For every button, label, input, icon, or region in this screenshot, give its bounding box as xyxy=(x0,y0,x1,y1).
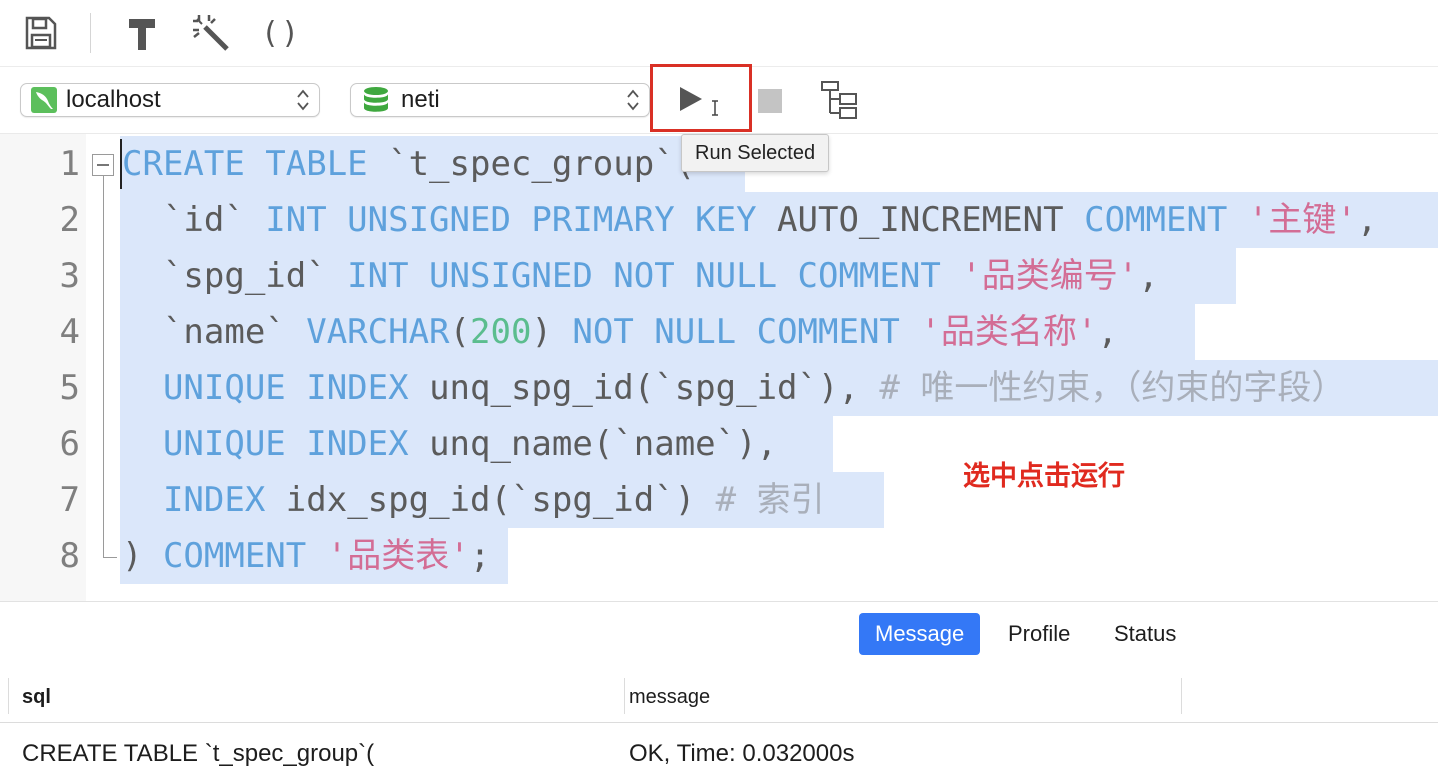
code-token: idx_spg_id(`spg_id`) xyxy=(265,480,716,520)
code-token: , xyxy=(1138,256,1159,296)
code-token: , xyxy=(1356,200,1378,240)
database-select[interactable]: neti xyxy=(350,83,650,117)
line-number: 7 xyxy=(59,480,80,520)
line-number: 8 xyxy=(59,536,80,576)
line-number-gutter: 1 2 3 4 5 6 7 8 xyxy=(0,134,86,602)
tab-profile[interactable]: Profile xyxy=(992,613,1086,655)
code-line: INDEX idx_spg_id(`spg_id`) # 索引 xyxy=(122,472,825,528)
code-token: unq_name(`name`), xyxy=(408,424,778,464)
code-token: , xyxy=(1097,312,1118,352)
code-line: UNIQUE INDEX unq_spg_id(`spg_id`), # 唯一性… xyxy=(122,360,1345,416)
code-token: ) xyxy=(531,312,573,352)
server-select[interactable]: localhost xyxy=(20,83,320,117)
line-number: 6 xyxy=(59,424,80,464)
sql-editor[interactable]: 1 2 3 4 5 6 7 8 CREATE TABLE `t_spec_group`( `i… xyxy=(0,133,1438,602)
code-token: COMMENT xyxy=(162,536,307,576)
line-number: 3 xyxy=(59,256,80,296)
save-icon[interactable] xyxy=(20,12,62,54)
tab-status[interactable]: Status xyxy=(1098,613,1192,655)
code-token: ) xyxy=(122,536,163,576)
result-tabs: Message Profile Status xyxy=(0,601,1438,671)
column-header-message[interactable]: message xyxy=(629,682,710,712)
code-token: '主键' xyxy=(1247,200,1357,240)
table-cell-message[interactable]: OK, Time: 0.032000s xyxy=(629,740,854,768)
parentheses-glyph: () xyxy=(260,15,302,51)
code-token: `t_spec_group`( xyxy=(367,144,696,184)
code-token: '品类名称' xyxy=(920,312,1098,352)
fold-guide xyxy=(103,176,104,558)
header-divider xyxy=(0,722,1438,723)
code-token: unq_spg_id(`spg_id`), xyxy=(408,368,880,408)
parentheses-icon[interactable]: () xyxy=(260,12,302,54)
column-divider xyxy=(8,678,9,714)
code-token: CREATE TABLE xyxy=(122,144,368,184)
query-toolbar: localhost neti xyxy=(0,64,1438,133)
code-line: `name` VARCHAR(200) NOT NULL COMMENT '品类… xyxy=(122,304,1118,360)
mysql-server-icon xyxy=(31,87,57,113)
code-token: AUTO_INCREMENT xyxy=(756,200,1085,240)
line-number: 4 xyxy=(59,312,80,352)
code-token: NOT NULL COMMENT xyxy=(572,312,900,352)
line-number: 5 xyxy=(59,368,80,408)
database-select-value: neti xyxy=(401,86,440,113)
code-token: `spg_id` xyxy=(122,256,348,296)
text-cursor xyxy=(120,139,122,189)
fold-guide-end xyxy=(103,557,117,558)
code-token: `id` xyxy=(122,200,266,240)
code-token: ; xyxy=(469,536,491,576)
code-token: UNIQUE INDEX xyxy=(162,368,409,408)
run-selected-tooltip: Run Selected xyxy=(681,134,830,172)
code-token: # 唯一性约束，（约束的字段） xyxy=(879,368,1346,408)
code-token: INT UNSIGNED PRIMARY KEY xyxy=(265,200,757,240)
database-icon xyxy=(364,87,388,112)
code-line: UNIQUE INDEX unq_name(`name`), xyxy=(122,416,777,472)
code-token: 200 xyxy=(470,312,532,352)
code-token: UNIQUE INDEX xyxy=(162,424,409,464)
beautify-hammer-icon[interactable] xyxy=(121,12,163,54)
code-token: `name` xyxy=(122,312,307,352)
line-number: 2 xyxy=(59,200,80,240)
code-line: CREATE TABLE `t_spec_group`( xyxy=(122,136,695,192)
table-cell-sql[interactable]: CREATE TABLE `t_spec_group`( xyxy=(22,740,374,768)
fold-toggle-icon[interactable] xyxy=(92,154,114,176)
play-icon xyxy=(680,87,718,116)
select-chevron-icon xyxy=(297,89,309,111)
code-token: '品类表' xyxy=(326,536,470,576)
result-table: sql message CREATE TABLE `t_spec_group`(… xyxy=(0,670,1438,778)
column-header-sql[interactable]: sql xyxy=(22,682,51,712)
line-number: 1 xyxy=(59,144,80,184)
annotation-note: 选中点击运行 xyxy=(963,461,1125,491)
code-token: ( xyxy=(449,312,471,352)
code-token: COMMENT xyxy=(1084,200,1228,240)
tab-message[interactable]: Message xyxy=(859,613,981,655)
explain-icon[interactable] xyxy=(820,80,860,120)
code-line: ) COMMENT '品类表'; xyxy=(122,528,490,584)
code-token: '品类编号' xyxy=(961,256,1139,296)
column-divider xyxy=(1181,678,1182,714)
code-token: VARCHAR xyxy=(306,312,450,352)
code-token: # 索引 xyxy=(715,480,825,520)
stop-button[interactable] xyxy=(758,89,782,113)
server-select-value: localhost xyxy=(66,86,161,113)
column-divider xyxy=(624,678,625,714)
code-token: INDEX xyxy=(162,480,266,520)
code-line: `spg_id` INT UNSIGNED NOT NULL COMMENT '… xyxy=(122,248,1159,304)
select-chevron-icon xyxy=(627,89,639,111)
code-line: `id` INT UNSIGNED PRIMARY KEY AUTO_INCRE… xyxy=(122,192,1377,248)
magic-wand-icon[interactable] xyxy=(190,12,232,54)
code-token: INT UNSIGNED NOT NULL COMMENT xyxy=(347,256,941,296)
main-toolbar: () xyxy=(0,0,1438,67)
run-selected-button[interactable] xyxy=(675,82,718,116)
toolbar-divider xyxy=(90,13,91,53)
